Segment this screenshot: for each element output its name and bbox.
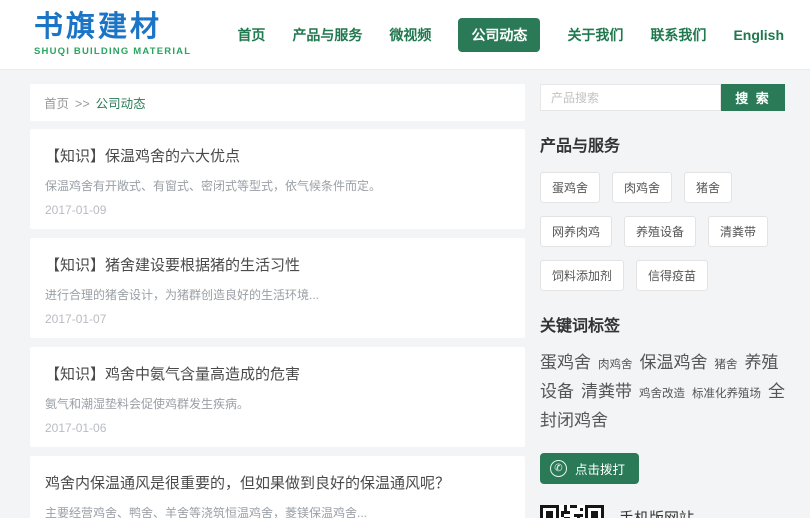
nav-item-products[interactable]: 产品与服务 [292, 25, 362, 45]
article-title[interactable]: 【知识】鸡舍中氨气含量高造成的危害 [45, 363, 510, 384]
qr-code-image [540, 505, 604, 518]
qr-block-title: 手机版网站 [619, 507, 785, 518]
article-excerpt: 主要经营鸡舍、鸭舍、羊舍等浇筑恒温鸡舍，菱镁保温鸡舍... [45, 504, 510, 518]
qr-finder-icon [540, 505, 559, 518]
nav-item-news[interactable]: 公司动态 [458, 18, 540, 52]
article-excerpt: 保温鸡舍有开敞式、有窗式、密闭式等型式，依气候条件而定。 [45, 177, 510, 194]
keywords-heading: 关键词标签 [540, 312, 785, 336]
keyword-tag[interactable]: 标准化养殖场 [692, 388, 761, 400]
product-tag[interactable]: 信得疫苗 [636, 260, 708, 291]
site-header: 书旗建材 SHUQI BUILDING MATERIAL 首页 产品与服务 微视… [0, 0, 810, 70]
nav-item-home[interactable]: 首页 [237, 25, 265, 45]
article-date: 2017-01-06 [45, 421, 510, 435]
qr-info: 手机版网站 扫描二维码，即可打开书旗建材手机版网站，随时随地浏览、收藏、分享最新… [619, 505, 785, 518]
product-tag[interactable]: 清粪带 [708, 216, 768, 247]
product-tag-list: 蛋鸡舍 肉鸡舍 猪舍 网养肉鸡 养殖设备 清粪带 饲料添加剂 信得疫苗 [540, 172, 785, 291]
product-tag[interactable]: 肉鸡舍 [612, 172, 672, 203]
news-list: 首页 >> 公司动态 【知识】保温鸡舍的六大优点 保温鸡舍有开敞式、有窗式、密闭式等… [30, 84, 525, 518]
nav-item-about[interactable]: 关于我们 [567, 25, 623, 45]
qr-finder-icon [585, 505, 604, 518]
breadcrumb-separator: >> [75, 97, 90, 111]
page-body: 首页 >> 公司动态 【知识】保温鸡舍的六大优点 保温鸡舍有开敞式、有窗式、密闭式等… [0, 70, 810, 518]
nav-item-contact[interactable]: 联系我们 [650, 25, 706, 45]
search-button[interactable]: 搜 索 [721, 84, 785, 111]
keyword-tag[interactable]: 保温鸡舍 [640, 353, 708, 372]
product-tag[interactable]: 饲料添加剂 [540, 260, 624, 291]
keyword-tag[interactable]: 蛋鸡舍 [540, 353, 591, 372]
article-excerpt: 进行合理的猪舍设计，为猪群创造良好的生活环境... [45, 286, 510, 303]
product-tag[interactable]: 网养肉鸡 [540, 216, 612, 247]
breadcrumb-current: 公司动态 [96, 97, 146, 111]
article-title[interactable]: 鸡舍内保温通风是很重要的，但如果做到良好的保温通风呢？ [45, 472, 510, 493]
nav-item-videos[interactable]: 微视频 [389, 25, 431, 45]
breadcrumb: 首页 >> 公司动态 [30, 84, 525, 121]
article-date: 2017-01-09 [45, 203, 510, 217]
article-date: 2017-01-07 [45, 312, 510, 326]
keyword-tag[interactable]: 鸡舍改造 [639, 388, 685, 400]
mobile-site-qr-block: 手机版网站 扫描二维码，即可打开书旗建材手机版网站，随时随地浏览、收藏、分享最新… [540, 505, 785, 518]
search-input[interactable] [540, 84, 721, 111]
breadcrumb-home-link[interactable]: 首页 [44, 97, 69, 111]
product-tag[interactable]: 蛋鸡舍 [540, 172, 600, 203]
sidebar: 搜 索 产品与服务 蛋鸡舍 肉鸡舍 猪舍 网养肉鸡 养殖设备 清粪带 饲料添加剂… [540, 84, 785, 518]
main-nav: 首页 产品与服务 微视频 公司动态 关于我们 联系我们 English [237, 18, 784, 52]
article-card[interactable]: 【知识】鸡舍中氨气含量高造成的危害 氨气和潮湿垫料会促使鸡群发生疾病。 2017… [30, 347, 525, 447]
article-card[interactable]: 【知识】保温鸡舍的六大优点 保温鸡舍有开敞式、有窗式、密闭式等型式，依气候条件而… [30, 129, 525, 229]
article-title[interactable]: 【知识】保温鸡舍的六大优点 [45, 145, 510, 166]
logo[interactable]: 书旗建材 SHUQI BUILDING MATERIAL [34, 12, 191, 56]
products-heading: 产品与服务 [540, 132, 785, 156]
article-card[interactable]: 【知识】猪舍建设要根据猪的生活习性 进行合理的猪舍设计，为猪群创造良好的生活环境… [30, 238, 525, 338]
nav-item-english[interactable]: English [733, 27, 784, 43]
product-tag[interactable]: 猪舍 [684, 172, 732, 203]
keyword-cloud: 蛋鸡舍肉鸡舍保温鸡舍猪舍养殖设备清粪带鸡舍改造标准化养殖场全封闭鸡舍 [540, 349, 785, 436]
keyword-tag[interactable]: 清粪带 [581, 382, 632, 401]
article-card[interactable]: 鸡舍内保温通风是很重要的，但如果做到良好的保温通风呢？ 主要经营鸡舍、鸭舍、羊舍… [30, 456, 525, 518]
product-tag[interactable]: 养殖设备 [624, 216, 696, 247]
article-title[interactable]: 【知识】猪舍建设要根据猪的生活习性 [45, 254, 510, 275]
click-to-call-button[interactable]: ✆ 点击拨打 [540, 453, 639, 484]
product-search: 搜 索 [540, 84, 785, 111]
call-button-label: 点击拨打 [575, 459, 625, 478]
phone-icon: ✆ [550, 460, 567, 477]
keyword-tag[interactable]: 肉鸡舍 [598, 359, 633, 371]
article-excerpt: 氨气和潮湿垫料会促使鸡群发生疾病。 [45, 395, 510, 412]
keyword-tag[interactable]: 猪舍 [715, 359, 738, 371]
logo-cn-text: 书旗建材 [34, 12, 191, 42]
logo-en-text: SHUQI BUILDING MATERIAL [34, 46, 191, 57]
